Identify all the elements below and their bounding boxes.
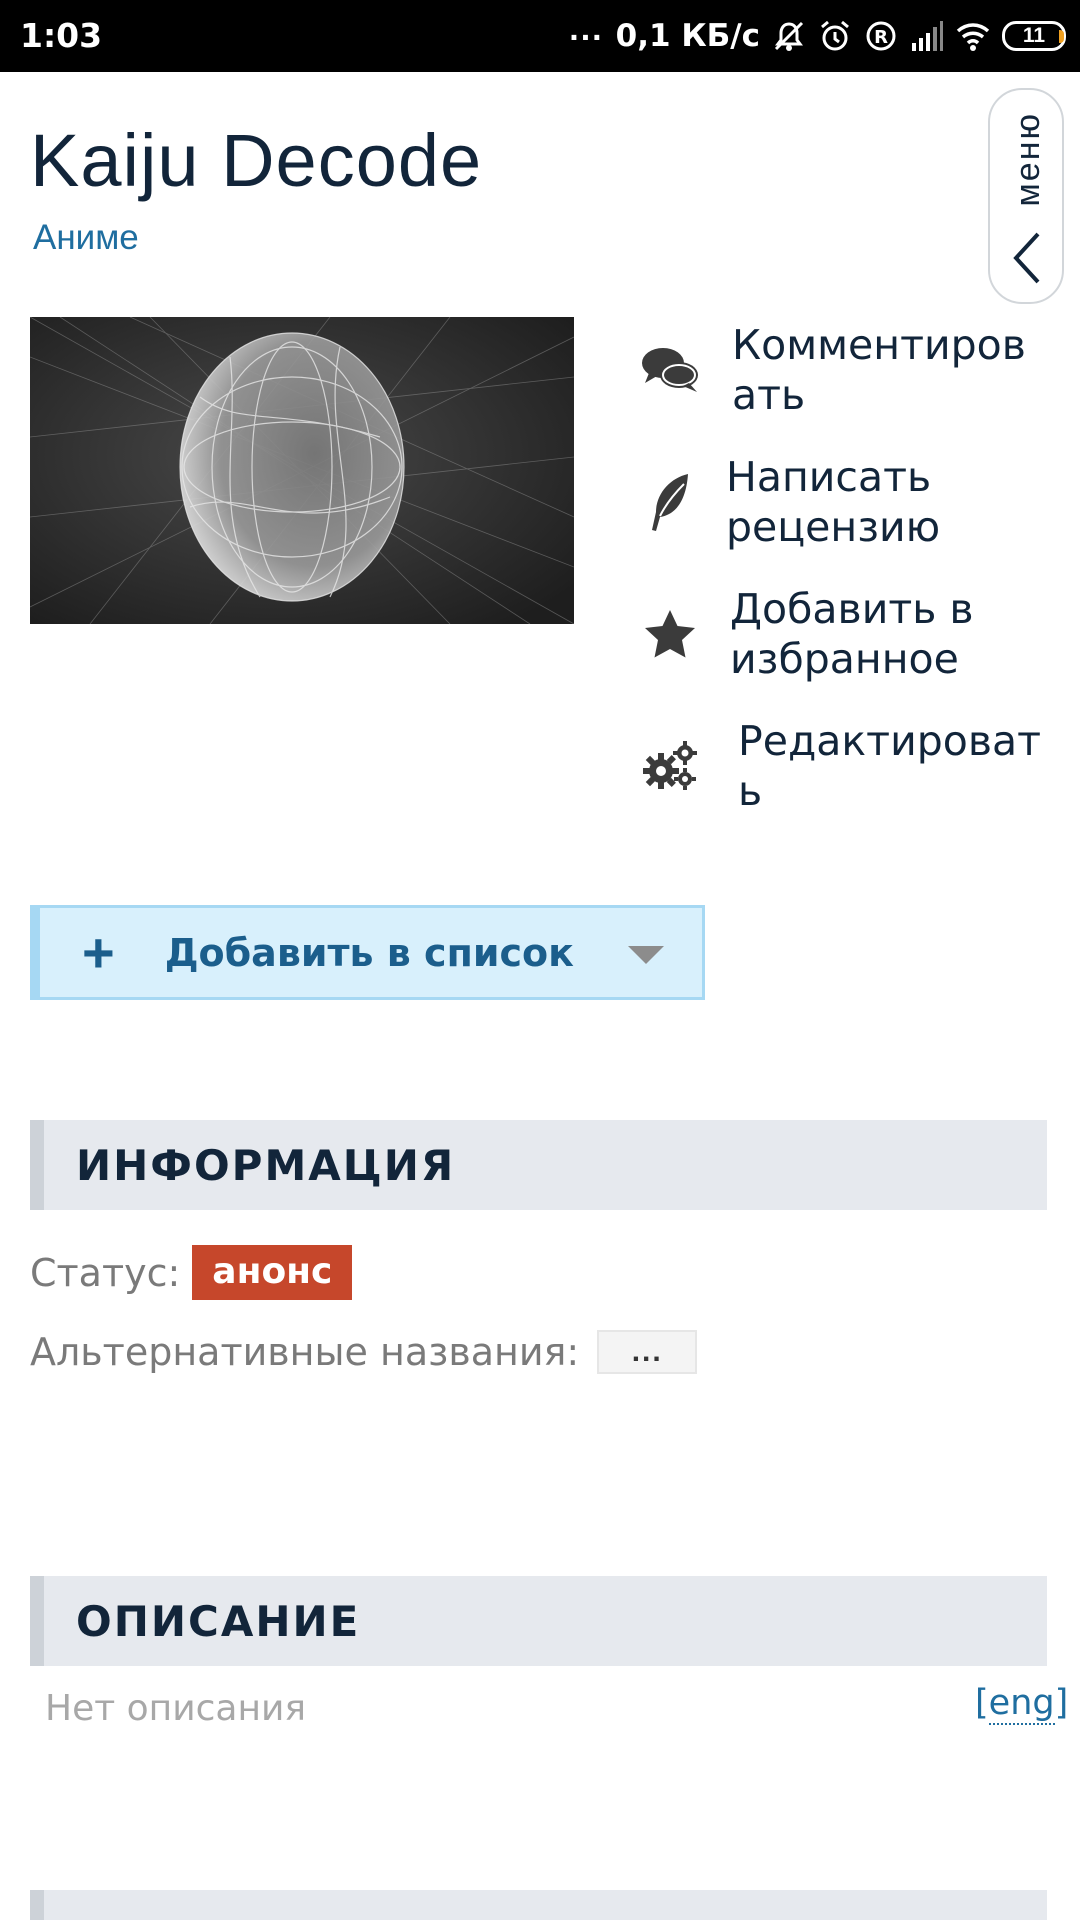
feather-icon [652, 474, 688, 531]
add-to-list-button[interactable]: + Добавить в список [30, 905, 705, 1000]
description-section-header: ОПИСАНИЕ [30, 1576, 1047, 1666]
poster-image [30, 317, 574, 624]
alarm-icon [821, 20, 849, 51]
review-action-label: Написать рецензию [726, 453, 941, 551]
menu-tab[interactable]: меню [988, 88, 1064, 304]
edit-action[interactable]: Редактироват ь [640, 716, 1041, 816]
gears-icon [643, 741, 697, 790]
eng-toggle-link[interactable]: [eng] [975, 1683, 1069, 1725]
alt-names-more-button[interactable]: ... [597, 1330, 698, 1374]
comments-icon [642, 348, 698, 392]
next-section-header [30, 1890, 1047, 1920]
info-section-header: ИНФОРМАЦИЯ [30, 1120, 1047, 1210]
battery-level: 11 [1022, 24, 1046, 47]
review-action[interactable]: Написать рецензию [640, 452, 940, 552]
edit-action-label: Редактироват ь [738, 717, 1041, 815]
status-badge: анонс [192, 1245, 353, 1300]
comment-action[interactable]: Комментиров ать [640, 320, 1026, 420]
add-to-list-label: Добавить в список [164, 930, 574, 975]
description-heading: ОПИСАНИЕ [76, 1596, 361, 1646]
status-row: Статус: анонс [30, 1245, 353, 1300]
alt-names-row: Альтернативные названия: ... [30, 1330, 698, 1374]
svg-text:R: R [874, 27, 888, 48]
status-time: 1:03 [20, 16, 103, 55]
star-icon [645, 610, 695, 658]
status-label: Статус: [30, 1250, 181, 1295]
eng-link-label: eng [988, 1683, 1055, 1725]
favorite-action-label: Добавить в избранное [730, 585, 974, 683]
alt-names-label: Альтернативные названия: [30, 1330, 580, 1374]
eng-bracket-close: ] [1054, 1683, 1069, 1723]
caret-down-icon[interactable] [628, 946, 664, 964]
comment-action-label: Комментиров ать [732, 321, 1026, 419]
status-icons: ... 0,1 КБ/с R 11 [569, 10, 1066, 58]
info-heading: ИНФОРМАЦИЯ [76, 1140, 456, 1190]
eng-bracket-open: [ [975, 1683, 989, 1723]
registered-icon: R [866, 21, 896, 51]
network-speed: 0,1 КБ/с [615, 18, 760, 54]
description-empty-text: Нет описания [45, 1688, 307, 1729]
menu-tab-label: меню [1009, 112, 1047, 207]
signal-icon [912, 21, 943, 51]
page-title: Kaiju Decode [30, 119, 483, 202]
favorite-action[interactable]: Добавить в избранное [640, 584, 974, 684]
battery-icon: 11 [1002, 21, 1066, 51]
mute-bell-icon [774, 21, 804, 51]
chevron-left-icon [1013, 232, 1040, 284]
status-dots: ... [569, 9, 604, 48]
kind-link[interactable]: Аниме [33, 218, 139, 258]
plus-icon: + [82, 920, 115, 984]
status-bar: 1:03 ... 0,1 КБ/с R 11 [0, 0, 1080, 72]
wifi-icon [956, 23, 990, 51]
